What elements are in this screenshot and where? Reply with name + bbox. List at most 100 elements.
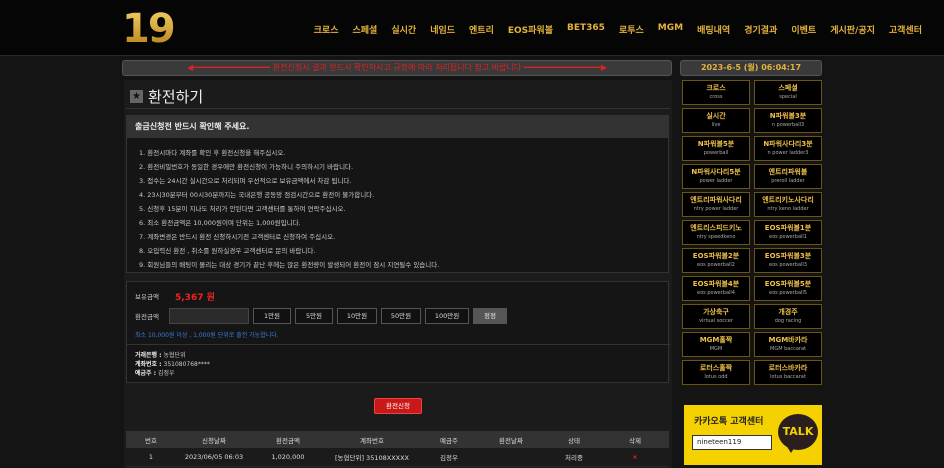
game-tile-name: N파워사다리3분	[763, 140, 813, 148]
game-tile[interactable]: 엔트리파워사다리 ntry power ladder	[682, 192, 750, 217]
table-header-cell: 번호	[145, 436, 157, 445]
star-icon: ★	[130, 90, 143, 103]
amount-button[interactable]: 50만원	[381, 308, 421, 324]
game-tile[interactable]: 가상축구 virtual soccer	[682, 304, 750, 329]
divider	[126, 108, 670, 109]
game-tile[interactable]: 엔트리키노사다리 ntry keno ladder	[754, 192, 822, 217]
game-tile[interactable]: N파워사다리5분 power ladder	[682, 164, 750, 189]
game-tile[interactable]: 개경주 dog racing	[754, 304, 822, 329]
amount-button[interactable]: 10만원	[337, 308, 377, 324]
game-tile[interactable]: EOS파워볼2분 eos powerball2	[682, 248, 750, 273]
game-tile-name: 로터스홀짝	[699, 364, 733, 372]
game-tile-name: EOS파워볼5분	[764, 280, 812, 288]
account-number-value: 351080768****	[163, 361, 210, 368]
nav-item[interactable]: 크로스	[314, 23, 339, 36]
game-tile-sub: power ladder	[699, 178, 733, 184]
game-tile-sub: virtual soccer	[699, 318, 733, 324]
game-tile[interactable]: 로터스홀짝 lotus odd	[682, 360, 750, 385]
game-tile[interactable]: EOS파워볼3분 eos powerball3	[754, 248, 822, 273]
kakao-support-banner[interactable]: 카카오톡 고객센터 nineteen119 TALK	[684, 405, 822, 465]
account-number: 계좌번호 : 351080768****	[135, 359, 210, 368]
divider	[127, 344, 670, 345]
history-table: 번호 신청날짜 환전금액 계좌번호 예금주 환전날짜 상태 삭제 1 2023/06/05 06…	[126, 431, 669, 467]
game-tile-sub: n powerball3	[771, 122, 805, 128]
delete-icon[interactable]: ×	[604, 453, 666, 461]
game-tile-name: 엔트리키노사다리	[762, 196, 814, 204]
main-nav: 크로스 스페셜 실시간 네임드 엔트리 EOS파워볼 BET365 로투스 MGM 배팅내역 경기결…	[300, 23, 922, 36]
nav-item[interactable]: 로투스	[619, 23, 644, 36]
game-tile-name: MGM홀짝	[699, 336, 733, 344]
game-tile[interactable]: EOS파워볼5분 eos powerball5	[754, 276, 822, 301]
game-tile-sub: n power ladder3	[767, 150, 809, 156]
table-header: 번호 신청날짜 환전금액 계좌번호 예금주 환전날짜 상태 삭제	[126, 431, 669, 448]
site-header: 19 크로스 스페셜 실시간 네임드 엔트리 EOS파워볼 BET365 로투스 MGM 배팅내역…	[0, 0, 944, 56]
talk-icon: TALK	[778, 414, 818, 450]
nav-item[interactable]: MGM	[658, 23, 683, 36]
game-tile-name: 크로스	[706, 84, 726, 92]
game-tile[interactable]: EOS파워볼4분 eos powerball4	[682, 276, 750, 301]
notice-item: 8. 오입력신 환전 , 취소를 원하실경우 고객센터로 문의 바랍니다.	[139, 247, 316, 255]
nav-item[interactable]: 배팅내역	[697, 23, 730, 36]
game-menu: 크로스 cross 스페셜 special 실시간 live N파워볼3분 n powerba…	[682, 80, 822, 385]
apply-withdraw-button[interactable]: 환전신청	[374, 398, 422, 414]
amount-button[interactable]: 100만원	[425, 308, 469, 324]
nav-item[interactable]: 게시판/공지	[830, 23, 875, 36]
game-tile[interactable]: 로터스바카라 lotus baccarat	[754, 360, 822, 385]
game-tile[interactable]: EOS파워볼1분 eos powerball1	[754, 220, 822, 245]
game-tile-sub: special	[779, 94, 797, 100]
reset-amount-button[interactable]: 정정	[473, 308, 507, 324]
game-tile[interactable]: N파워볼3분 n powerball3	[754, 108, 822, 133]
nav-item[interactable]: 실시간	[391, 23, 416, 36]
game-tile-name: N파워사다리5분	[691, 168, 741, 176]
notice-item: 6. 최소 환전금액은 10,000원이며 단위는 1,000원입니다.	[139, 219, 301, 227]
game-tile-sub: cross	[709, 94, 723, 100]
balance-value: 5,367 원	[175, 292, 215, 303]
game-tile[interactable]: 스페셜 special	[754, 80, 822, 105]
nav-item[interactable]: EOS파워볼	[508, 23, 553, 36]
game-tile-sub: MGM	[709, 346, 723, 352]
nav-item[interactable]: BET365	[567, 23, 605, 36]
site-logo[interactable]: 19	[122, 6, 176, 52]
game-tile-name: N파워볼3분	[769, 112, 807, 120]
game-tile-name: EOS파워볼4분	[692, 280, 740, 288]
game-tile[interactable]: N파워볼5분 powerball	[682, 136, 750, 161]
amount-input[interactable]	[169, 308, 249, 324]
game-tile-sub: ntry power ladder	[693, 206, 739, 212]
game-tile[interactable]: MGM홀짝 MGM	[682, 332, 750, 357]
game-tile[interactable]: 크로스 cross	[682, 80, 750, 105]
bank-name-value: 농협단위	[163, 352, 186, 359]
amount-button[interactable]: 5만원	[295, 308, 333, 324]
notice-item: 5. 신청후 15분이 지나도 처리가 안된다면 고객센터를 통하여 연락주십시…	[139, 205, 346, 213]
game-tile[interactable]: MGM바카라 MGM baccarat	[754, 332, 822, 357]
game-tile-sub: eos powerball3	[769, 262, 807, 268]
table-cell: 김정우	[440, 454, 458, 462]
game-tile[interactable]: N파워사다리3분 n power ladder3	[754, 136, 822, 161]
nav-item[interactable]: 경기결과	[744, 23, 777, 36]
game-tile-name: 엔트리파워볼	[768, 168, 808, 176]
game-tile-name: MGM바카라	[768, 336, 808, 344]
server-clock: 2023-6-5 (월) 06:04:17	[680, 60, 822, 76]
nav-item[interactable]: 이벤트	[791, 23, 816, 36]
table-header-cell: 환전금액	[276, 436, 300, 445]
game-tile-sub: powerball	[703, 150, 729, 156]
nav-item[interactable]: 네임드	[430, 23, 455, 36]
main-panel: ★ 환전하기 출금신청전 반드시 확인해 주세요. 1. 환전시마다 계좌를 확…	[124, 80, 672, 468]
game-tile-sub: eos powerball4	[697, 290, 735, 296]
bank-name: 거래은행 : 농협단위	[135, 350, 186, 359]
table-header-cell: 삭제	[629, 436, 641, 445]
nav-item[interactable]: 엔트리	[469, 23, 494, 36]
game-tile[interactable]: 엔트리스피드키노 ntry speedkeno	[682, 220, 750, 245]
table-cell: [농협단위] 35108XXXXX	[335, 454, 409, 462]
account-holder: 예금주 : 김정우	[135, 368, 175, 377]
nav-item[interactable]: 스페셜	[353, 23, 378, 36]
notice-item: 3. 접수는 24시간 실시간으로 처리되며 우선적으로 보유금액에서 차감 됩…	[139, 177, 352, 185]
amount-button[interactable]: 1만원	[253, 308, 291, 324]
nav-item[interactable]: 고객센터	[889, 23, 922, 36]
game-tile-name: EOS파워볼1분	[764, 224, 812, 232]
game-tile[interactable]: 실시간 live	[682, 108, 750, 133]
notice-box: 출금신청전 반드시 확인해 주세요. 1. 환전시마다 계좌를 확인 후 환전신…	[126, 115, 669, 273]
game-tile-name: EOS파워볼2분	[692, 252, 740, 260]
game-tile[interactable]: 엔트리파워볼 preroll ladder	[754, 164, 822, 189]
table-header-cell: 신청날짜	[202, 436, 226, 445]
game-tile-sub: preroll ladder	[771, 178, 805, 184]
